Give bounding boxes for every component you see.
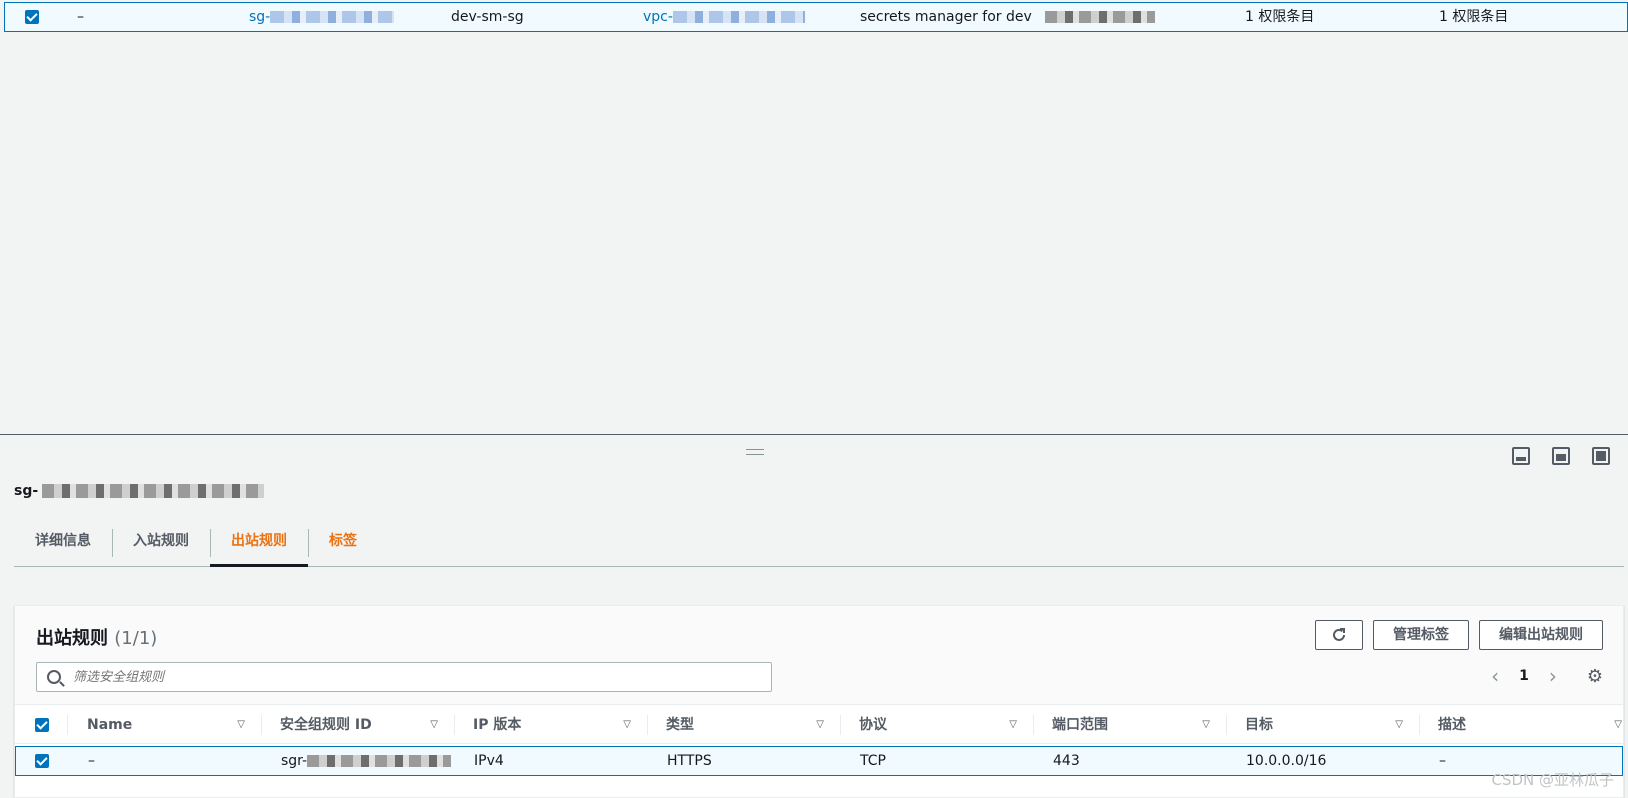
sort-down-icon[interactable]: ▽ — [430, 705, 438, 745]
refresh-button[interactable] — [1315, 620, 1363, 650]
column-label: Name — [87, 717, 133, 733]
rule-protocol: TCP — [860, 753, 886, 769]
panel-position-controls — [1512, 447, 1610, 465]
search-icon — [47, 670, 61, 684]
row-checkbox[interactable] — [25, 10, 39, 24]
tab-details[interactable]: 详细信息 — [14, 521, 112, 567]
vpc-id-link[interactable]: vpc- — [643, 3, 805, 31]
column-separator — [261, 715, 262, 735]
card-header: 出站规则 (1/1) 管理标签 编辑出站规则 ‹ 1 — [15, 606, 1623, 704]
filter-search-box[interactable] — [36, 662, 772, 692]
table-row[interactable]: – sgr- IPv4 HTTPS TCP 443 10.0.0.0/16 – — [15, 746, 1623, 776]
sg-id-prefix: sg- — [249, 9, 271, 25]
rule-count: (1/1) — [114, 628, 158, 649]
column-separator — [1419, 715, 1420, 735]
sort-down-icon[interactable]: ▽ — [1614, 705, 1622, 745]
redacted-vpc-id — [672, 11, 805, 23]
rule-destination: 10.0.0.0/16 — [1246, 753, 1327, 769]
security-group-list: – sg- dev-sm-sg vpc- secrets manager for… — [0, 0, 1628, 434]
column-header-ip-version[interactable]: IP 版本 ▽ — [473, 705, 647, 745]
checkbox-checked-icon — [25, 10, 39, 24]
filter-rules-input[interactable] — [73, 669, 673, 685]
rule-name: – — [88, 753, 95, 769]
owner-id — [1045, 3, 1155, 31]
column-header-description[interactable]: 描述 ▽ — [1438, 705, 1624, 745]
redacted-owner-id — [1045, 11, 1155, 23]
card-title-text: 出站规则 — [36, 628, 108, 649]
page-number[interactable]: 1 — [1519, 668, 1529, 684]
edit-outbound-rules-button[interactable]: 编辑出站规则 — [1479, 620, 1603, 650]
card-title: 出站规则 (1/1) — [36, 624, 157, 650]
security-group-name: dev-sm-sg — [451, 9, 524, 25]
rule-id-prefix: sgr- — [281, 753, 308, 769]
rule-ip-version: IPv4 — [474, 753, 504, 769]
sg-title-prefix: sg- — [14, 483, 39, 499]
rule-type: HTTPS — [667, 753, 712, 769]
column-separator — [454, 715, 455, 735]
redacted-rule-id — [307, 755, 452, 767]
column-label: 描述 — [1438, 717, 1466, 733]
chevron-left-icon[interactable]: ‹ — [1491, 664, 1499, 688]
refresh-icon — [1333, 628, 1345, 641]
inbound-rule-count: 1 权限条目 — [1245, 9, 1315, 25]
column-separator — [1226, 715, 1227, 735]
column-header-destination[interactable]: 目标 ▽ — [1245, 705, 1419, 745]
column-header-rule-id[interactable]: 安全组规则 ID ▽ — [280, 705, 454, 745]
tab-tags[interactable]: 标签 — [308, 521, 378, 567]
vpc-id-prefix: vpc- — [643, 9, 673, 25]
detail-tabs: 详细信息 入站规则 出站规则 标签 — [14, 521, 1624, 567]
rule-id: sgr- — [281, 747, 452, 775]
redacted-sg-id — [270, 11, 395, 23]
column-header-name[interactable]: Name ▽ — [87, 705, 261, 745]
table-header: Name ▽ 安全组规则 ID ▽ IP 版本 ▽ 类型 ▽ 协议 ▽ 端口范围 ▽ 目标 ▽… — [15, 704, 1623, 744]
split-panel: sg- 详细信息 入站规则 出站规则 标签 出站规则 (1/1) 管理标签 编辑… — [0, 435, 1628, 798]
sort-down-icon[interactable]: ▽ — [1395, 705, 1403, 745]
column-label: 目标 — [1245, 717, 1273, 733]
checkbox-checked-icon — [35, 718, 49, 732]
column-header-type[interactable]: 类型 ▽ — [666, 705, 840, 745]
security-group-description: secrets manager for dev — [860, 9, 1032, 25]
pagination: ‹ 1 › ⚙ — [1491, 664, 1603, 688]
tab-inbound-rules[interactable]: 入站规则 — [112, 521, 210, 567]
card-actions: 管理标签 编辑出站规则 — [1315, 620, 1603, 650]
row-name: – — [77, 9, 84, 25]
gear-icon[interactable]: ⚙ — [1587, 666, 1603, 687]
sort-down-icon[interactable]: ▽ — [1202, 705, 1210, 745]
column-separator — [840, 715, 841, 735]
chevron-right-icon[interactable]: › — [1549, 664, 1557, 688]
sort-down-icon[interactable]: ▽ — [237, 705, 245, 745]
column-separator — [1033, 715, 1034, 735]
rule-description: – — [1439, 753, 1446, 769]
column-separator — [647, 715, 648, 735]
drag-handle-icon[interactable] — [746, 449, 764, 455]
column-label: 类型 — [666, 717, 694, 733]
row-checkbox[interactable] — [35, 754, 49, 768]
panel-half-icon[interactable] — [1552, 447, 1570, 465]
security-group-id-link[interactable]: sg- — [249, 3, 395, 31]
column-label: 安全组规则 ID — [280, 717, 372, 733]
column-label: IP 版本 — [473, 717, 522, 733]
checkbox-checked-icon — [35, 754, 49, 768]
panel-full-icon[interactable] — [1592, 447, 1610, 465]
sort-down-icon[interactable]: ▽ — [816, 705, 824, 745]
rule-port-range: 443 — [1053, 753, 1080, 769]
watermark: CSDN @亚林瓜子 — [1491, 771, 1614, 789]
selected-sg-title: sg- — [14, 483, 265, 499]
column-label: 协议 — [859, 717, 887, 733]
column-header-port-range[interactable]: 端口范围 ▽ — [1052, 705, 1226, 745]
tab-outbound-rules[interactable]: 出站规则 — [210, 521, 308, 567]
sort-down-icon[interactable]: ▽ — [1009, 705, 1017, 745]
redacted-sg-title-id — [42, 484, 265, 498]
sort-down-icon[interactable]: ▽ — [623, 705, 631, 745]
panel-bottom-icon[interactable] — [1512, 447, 1530, 465]
column-separator — [67, 715, 68, 735]
outbound-rules-card: 出站规则 (1/1) 管理标签 编辑出站规则 ‹ 1 — [14, 605, 1624, 798]
select-all-checkbox[interactable] — [35, 718, 49, 732]
column-label: 端口范围 — [1052, 717, 1108, 733]
manage-tags-button[interactable]: 管理标签 — [1373, 620, 1469, 650]
column-header-protocol[interactable]: 协议 ▽ — [859, 705, 1033, 745]
outbound-rule-count: 1 权限条目 — [1439, 9, 1509, 25]
security-group-row-selected[interactable]: – sg- dev-sm-sg vpc- secrets manager for… — [4, 2, 1628, 32]
